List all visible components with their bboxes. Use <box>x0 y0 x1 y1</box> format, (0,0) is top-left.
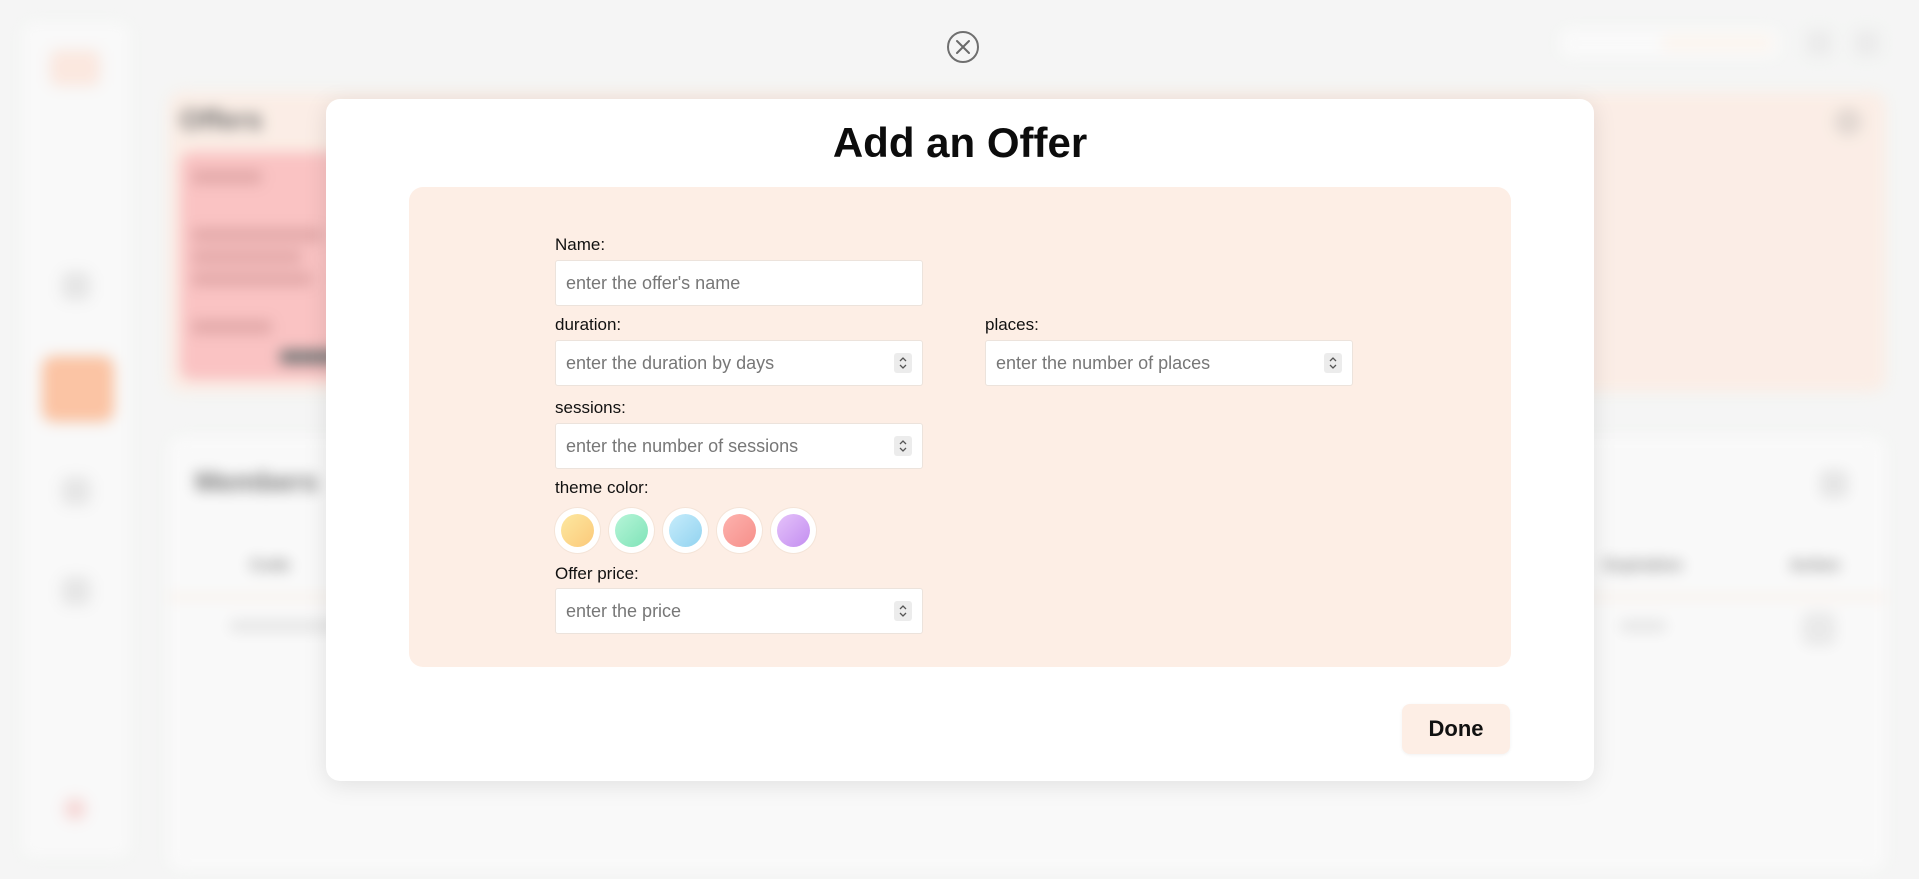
sessions-input[interactable] <box>566 435 894 457</box>
duration-input[interactable] <box>566 352 894 374</box>
done-button[interactable]: Done <box>1402 704 1510 754</box>
name-input[interactable] <box>566 272 912 294</box>
places-label: places: <box>985 315 1039 334</box>
close-modal-button[interactable] <box>947 31 979 63</box>
name-label: Name: <box>555 235 606 254</box>
sessions-stepper[interactable] <box>894 436 912 456</box>
sessions-field[interactable] <box>555 423 923 469</box>
theme-color-picker <box>555 508 816 553</box>
stepper-arrows-icon <box>899 357 907 369</box>
price-field[interactable] <box>555 588 923 634</box>
swatch-purple[interactable] <box>771 508 816 553</box>
stepper-arrows-icon <box>1329 357 1337 369</box>
price-input[interactable] <box>566 600 894 622</box>
sessions-label: sessions: <box>555 398 626 417</box>
places-input[interactable] <box>996 352 1324 374</box>
price-label: Offer price: <box>555 564 639 583</box>
swatch-green[interactable] <box>609 508 654 553</box>
swatch-blue[interactable] <box>663 508 708 553</box>
stepper-arrows-icon <box>899 440 907 452</box>
swatch-red[interactable] <box>717 508 762 553</box>
modal-title: Add an Offer <box>832 119 1088 166</box>
add-offer-modal: Add an Offer Name: duration: places: ses… <box>326 99 1594 781</box>
close-icon <box>956 40 970 54</box>
price-stepper[interactable] <box>894 601 912 621</box>
places-field[interactable] <box>985 340 1353 386</box>
offer-form: Name: duration: places: sessions: <box>409 187 1511 667</box>
duration-stepper[interactable] <box>894 353 912 373</box>
duration-label: duration: <box>555 315 622 334</box>
swatch-yellow[interactable] <box>555 508 600 553</box>
duration-field[interactable] <box>555 340 923 386</box>
theme-color-label: theme color: <box>555 478 649 497</box>
places-stepper[interactable] <box>1324 353 1342 373</box>
name-field[interactable] <box>555 260 923 306</box>
stepper-arrows-icon <box>899 605 907 617</box>
